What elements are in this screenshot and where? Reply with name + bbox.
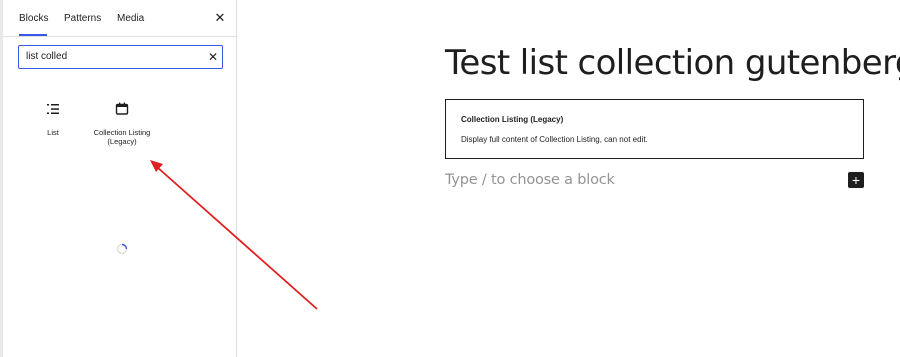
editor-canvas: Test list collection gutenberg Collectio… (237, 0, 900, 357)
tab-patterns[interactable]: Patterns (64, 0, 101, 36)
clear-search-button[interactable]: ✕ (207, 50, 219, 64)
block-result-list[interactable]: List (13, 100, 93, 137)
post-title[interactable]: Test list collection gutenberg (445, 38, 900, 88)
block-inserter-panel: Blocks Patterns Media ✕ ✕ List (3, 0, 237, 357)
legacy-block-title: Collection Listing (Legacy) (461, 115, 564, 124)
block-search-field[interactable]: ✕ (18, 45, 223, 69)
calendar-icon (115, 102, 129, 115)
default-block-appender[interactable]: Type / to choose a block (445, 172, 615, 188)
tab-media[interactable]: Media (117, 0, 144, 36)
list-icon (47, 104, 59, 114)
close-inserter-button[interactable]: ✕ (213, 11, 227, 25)
plus-icon: + (851, 172, 861, 188)
block-result-label: Collection Listing (Legacy) (93, 128, 151, 146)
block-search-input[interactable] (26, 46, 196, 68)
close-icon: ✕ (207, 50, 219, 64)
legacy-block-description: Display full content of Collection Listi… (461, 135, 648, 144)
editor-app: Blocks Patterns Media ✕ ✕ List (0, 0, 900, 357)
collection-listing-legacy-block[interactable]: Collection Listing (Legacy) Display full… (445, 99, 864, 159)
add-block-button[interactable]: + (848, 172, 864, 188)
block-result-label: List (47, 128, 59, 137)
inserter-tabs: Blocks Patterns Media ✕ (3, 0, 236, 37)
tab-blocks[interactable]: Blocks (19, 0, 48, 36)
block-result-collection-listing-legacy[interactable]: Collection Listing (Legacy) (82, 100, 162, 146)
close-icon: ✕ (214, 10, 226, 25)
loading-spinner-icon (116, 243, 128, 255)
